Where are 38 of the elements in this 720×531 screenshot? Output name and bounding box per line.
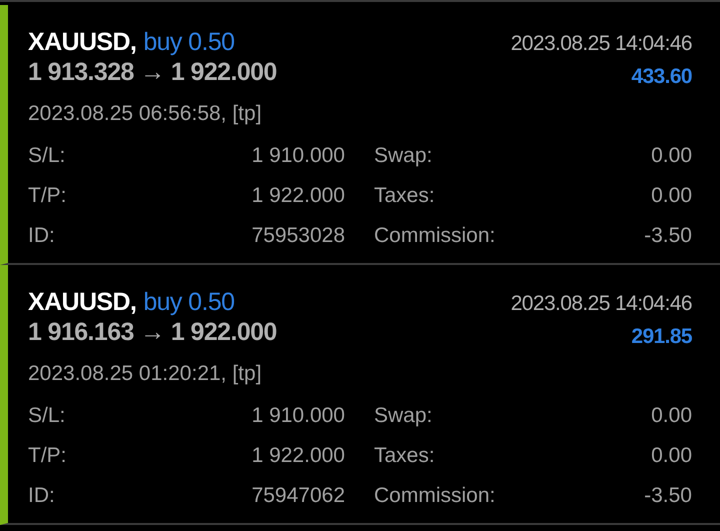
detail-label: ID: (28, 483, 56, 509)
detail-value: -3.50 (643, 483, 692, 509)
price-range: 1 916.163 → 1 922.000 (28, 317, 277, 347)
trade-action: buy 0.50 (143, 28, 234, 56)
symbol: XAUUSD, (28, 28, 136, 56)
open-info: 2023.08.25 01:20:21, [tp] (28, 361, 263, 387)
detail-value: -3.50 (643, 223, 692, 249)
trade-card[interactable]: XAUUSD, buy 0.50 1 913.328 → 1 922.000 2023.08.25 14:04:46 433.60 2023.08.25 06:56:58, [tp] S/L: 1 910.000 Swap: 0.00 T/P: 1 922.000 Taxes: 0.00 ID: 75953028 Commission: -3.50 (0, 5, 720, 265)
detail-value: 1 922.000 (250, 183, 345, 209)
detail-label: Commission: (373, 483, 496, 509)
trade-card[interactable]: XAUUSD, buy 0.50 1 916.163 → 1 922.000 2023.08.25 14:04:46 291.85 2023.08.25 01:20:21, [tp] S/L: 1 910.000 Swap: 0.00 T/P: 1 922.000 Taxes: 0.00 ID: 75947062 Commission: -3.50 (0, 265, 720, 525)
profit: 291.85 (630, 324, 692, 350)
trade-action: buy 0.50 (143, 288, 234, 316)
detail-label: Commission: (373, 223, 496, 249)
open-info: 2023.08.25 06:56:58, [tp] (28, 101, 263, 127)
detail-label: Taxes: (373, 183, 436, 209)
price-range: 1 913.328 → 1 922.000 (28, 57, 277, 87)
detail-value: 1 922.000 (250, 443, 345, 469)
close-time: 2023.08.25 14:04:46 (510, 31, 692, 57)
detail-label: S/L: (28, 403, 66, 429)
detail-label: S/L: (28, 143, 66, 169)
detail-label: ID: (28, 223, 56, 249)
detail-label: Taxes: (373, 443, 436, 469)
detail-value: 0.00 (650, 443, 692, 469)
detail-label: Swap: (373, 403, 434, 429)
detail-label: T/P: (28, 443, 68, 469)
detail-value: 1 910.000 (250, 403, 345, 429)
detail-value: 0.00 (650, 403, 692, 429)
detail-value: 0.00 (650, 143, 692, 169)
detail-value: 75947062 (250, 483, 345, 509)
detail-label: T/P: (28, 183, 68, 209)
detail-value: 1 910.000 (250, 143, 345, 169)
detail-value: 75953028 (250, 223, 345, 249)
close-time: 2023.08.25 14:04:46 (510, 291, 692, 317)
detail-value: 0.00 (650, 183, 692, 209)
profit: 433.60 (630, 64, 692, 90)
symbol: XAUUSD, (28, 288, 136, 316)
detail-label: Swap: (373, 143, 434, 169)
